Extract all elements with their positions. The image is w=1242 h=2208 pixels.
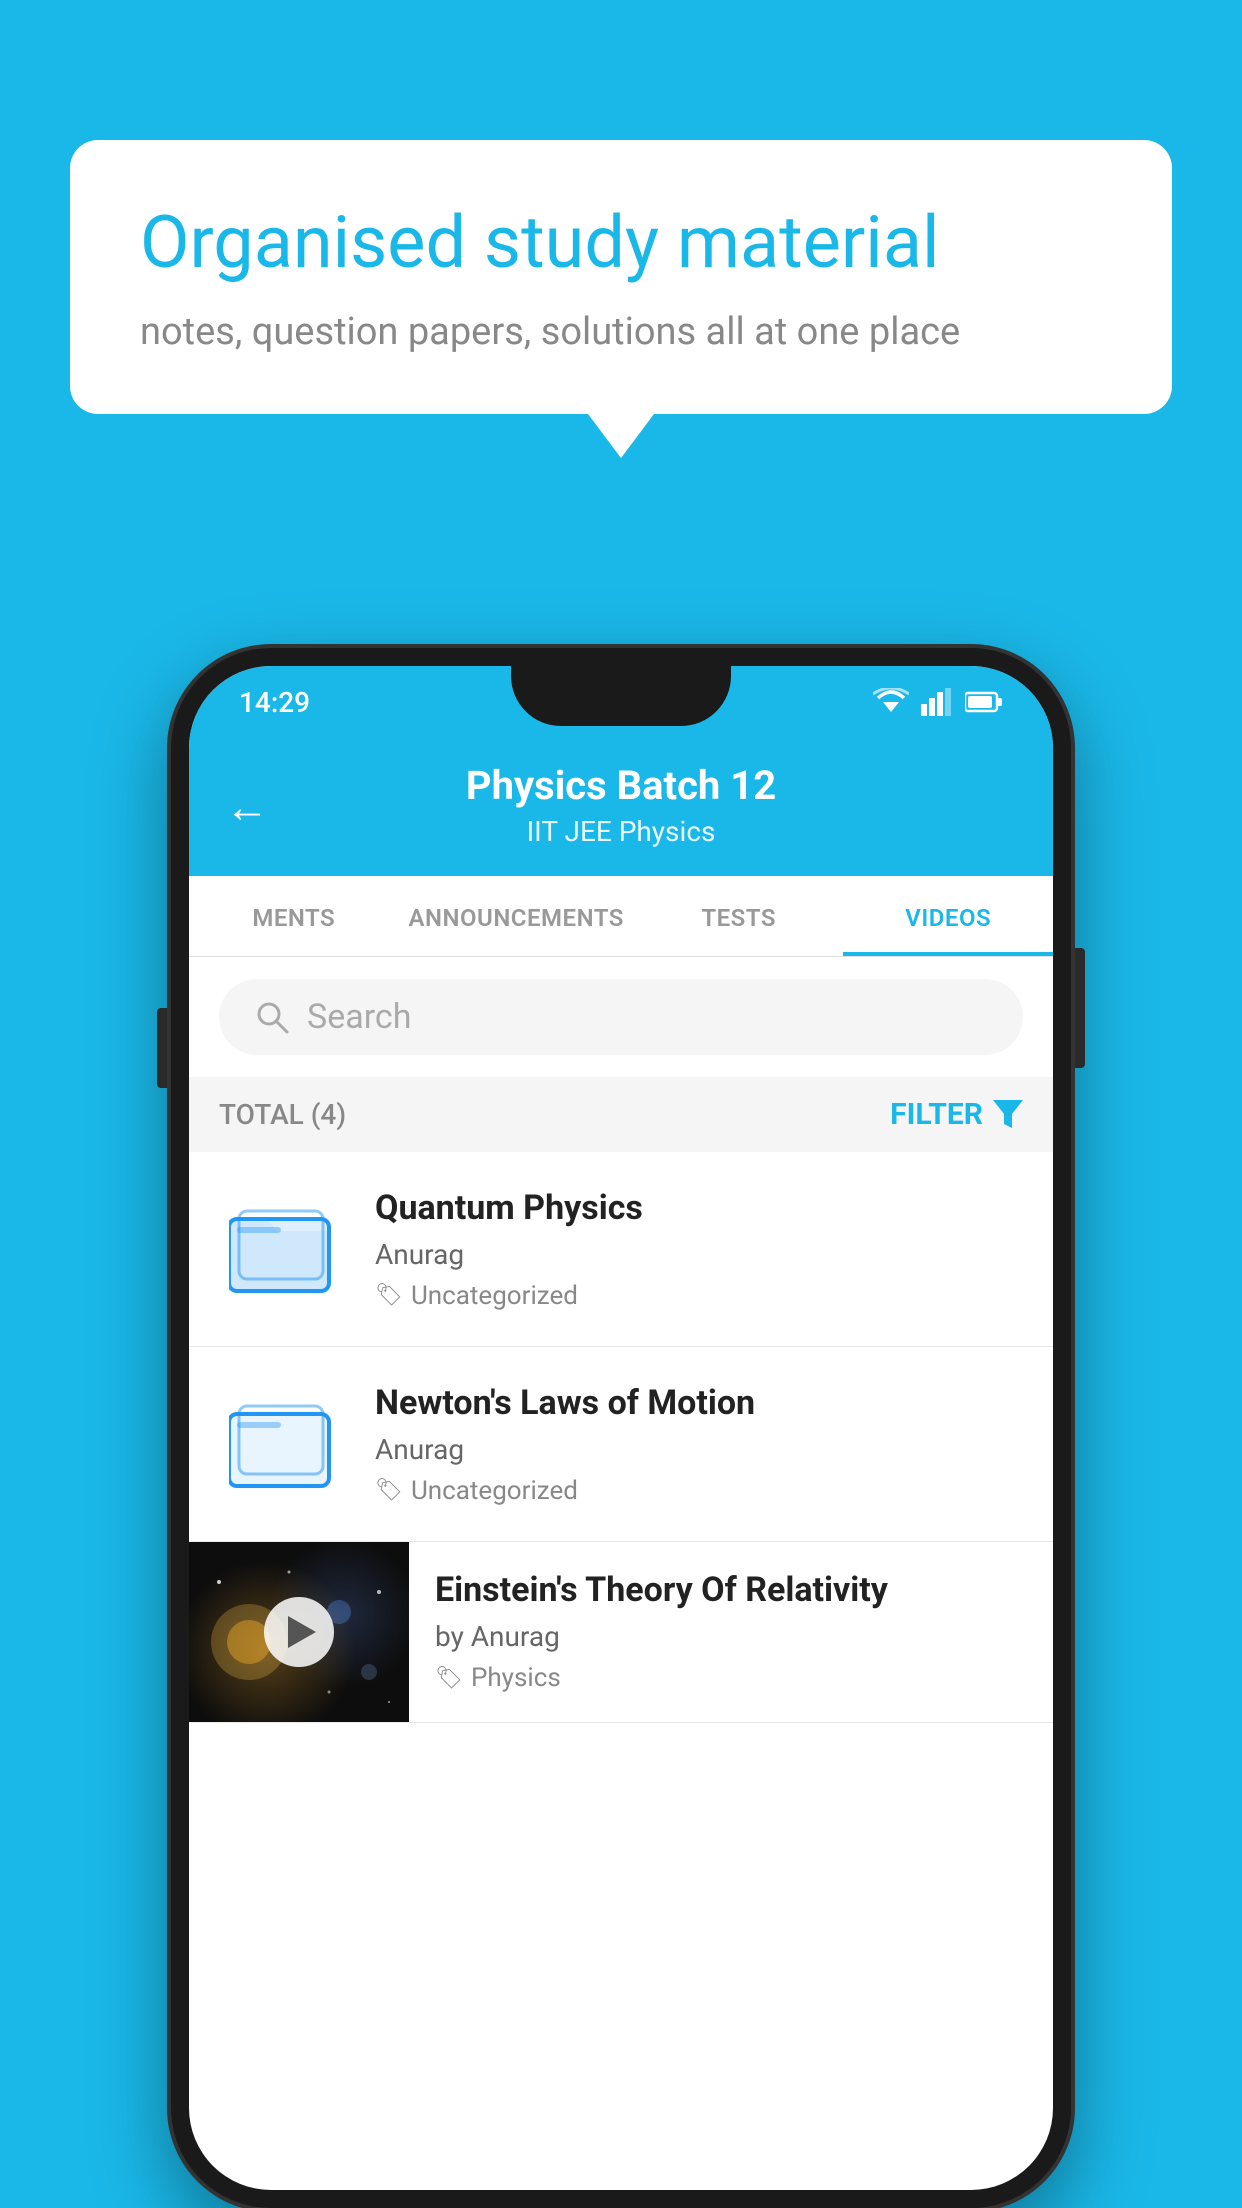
video-author-newton: Anurag <box>375 1433 1023 1466</box>
play-button-einstein[interactable] <box>264 1597 334 1667</box>
video-info-newton: Newton's Laws of Motion Anurag 🏷 Uncateg… <box>375 1383 1023 1506</box>
video-tag-newton: 🏷 Uncategorized <box>375 1476 1023 1506</box>
video-title-einstein: Einstein's Theory Of Relativity <box>435 1570 1033 1610</box>
tab-ments[interactable]: MENTS <box>189 876 399 956</box>
tag-icon-einstein: 🏷 <box>435 1666 463 1691</box>
speech-bubble-container: Organised study material notes, question… <box>70 140 1172 414</box>
header-title: Physics Batch 12 <box>466 762 776 809</box>
tab-tests[interactable]: TESTS <box>634 876 844 956</box>
tag-icon-newton: 🏷 <box>375 1478 403 1503</box>
filter-row: TOTAL (4) FILTER <box>189 1077 1053 1152</box>
video-tag-text-newton: Uncategorized <box>411 1476 578 1506</box>
video-tag-einstein: 🏷 Physics <box>435 1663 1033 1693</box>
filter-label: FILTER <box>890 1097 983 1132</box>
video-thumbnail-newton <box>219 1379 349 1509</box>
video-item-quantum[interactable]: Quantum Physics Anurag 🏷 Uncategorized <box>189 1152 1053 1347</box>
video-title-newton: Newton's Laws of Motion <box>375 1383 1023 1423</box>
signal-icon <box>921 688 953 716</box>
speech-bubble-subtitle: notes, question papers, solutions all at… <box>140 310 1102 354</box>
back-button[interactable]: ← <box>225 781 269 833</box>
video-title-quantum: Quantum Physics <box>375 1188 1023 1228</box>
video-author-einstein: by Anurag <box>435 1620 1033 1653</box>
tab-announcements[interactable]: ANNOUNCEMENTS <box>399 876 634 956</box>
search-container: Search <box>189 957 1053 1077</box>
filter-button[interactable]: FILTER <box>890 1097 1023 1132</box>
status-icons <box>873 688 1003 716</box>
folder-icon-newton <box>229 1389 339 1499</box>
video-tag-text-quantum: Uncategorized <box>411 1281 578 1311</box>
video-item-newton[interactable]: Newton's Laws of Motion Anurag 🏷 Uncateg… <box>189 1347 1053 1542</box>
video-info-quantum: Quantum Physics Anurag 🏷 Uncategorized <box>375 1188 1023 1311</box>
header-subtitle: IIT JEE Physics <box>527 815 716 848</box>
phone-frame: 14:29 <box>171 648 1071 2208</box>
app-header: ← Physics Batch 12 IIT JEE Physics <box>189 738 1053 876</box>
search-icon <box>255 1000 289 1034</box>
einstein-thumbnail <box>189 1542 409 1722</box>
tab-videos[interactable]: VIDEOS <box>843 876 1053 956</box>
folder-icon-quantum <box>229 1194 339 1304</box>
video-item-einstein[interactable]: Einstein's Theory Of Relativity by Anura… <box>189 1542 1053 1723</box>
filter-funnel-icon <box>993 1100 1023 1130</box>
video-author-quantum: Anurag <box>375 1238 1023 1271</box>
status-bar: 14:29 <box>189 666 1053 738</box>
video-tag-quantum: 🏷 Uncategorized <box>375 1281 1023 1311</box>
speech-bubble-title: Organised study material <box>140 200 1102 286</box>
video-tag-text-einstein: Physics <box>471 1663 561 1693</box>
wifi-icon <box>873 688 909 716</box>
search-box[interactable]: Search <box>219 979 1023 1055</box>
search-placeholder: Search <box>307 997 411 1037</box>
play-triangle-icon <box>288 1616 316 1648</box>
tabs-bar: MENTS ANNOUNCEMENTS TESTS VIDEOS <box>189 876 1053 957</box>
video-thumbnail-quantum <box>219 1184 349 1314</box>
phone-screen: 14:29 <box>189 666 1053 2190</box>
video-info-einstein: Einstein's Theory Of Relativity by Anura… <box>435 1542 1053 1721</box>
total-label: TOTAL (4) <box>219 1098 346 1131</box>
speech-bubble: Organised study material notes, question… <box>70 140 1172 414</box>
video-list: Quantum Physics Anurag 🏷 Uncategorized <box>189 1152 1053 1723</box>
tag-icon-quantum: 🏷 <box>375 1283 403 1308</box>
battery-icon <box>965 691 1003 713</box>
status-time: 14:29 <box>239 686 310 719</box>
phone-outer: 14:29 <box>171 648 1071 2208</box>
